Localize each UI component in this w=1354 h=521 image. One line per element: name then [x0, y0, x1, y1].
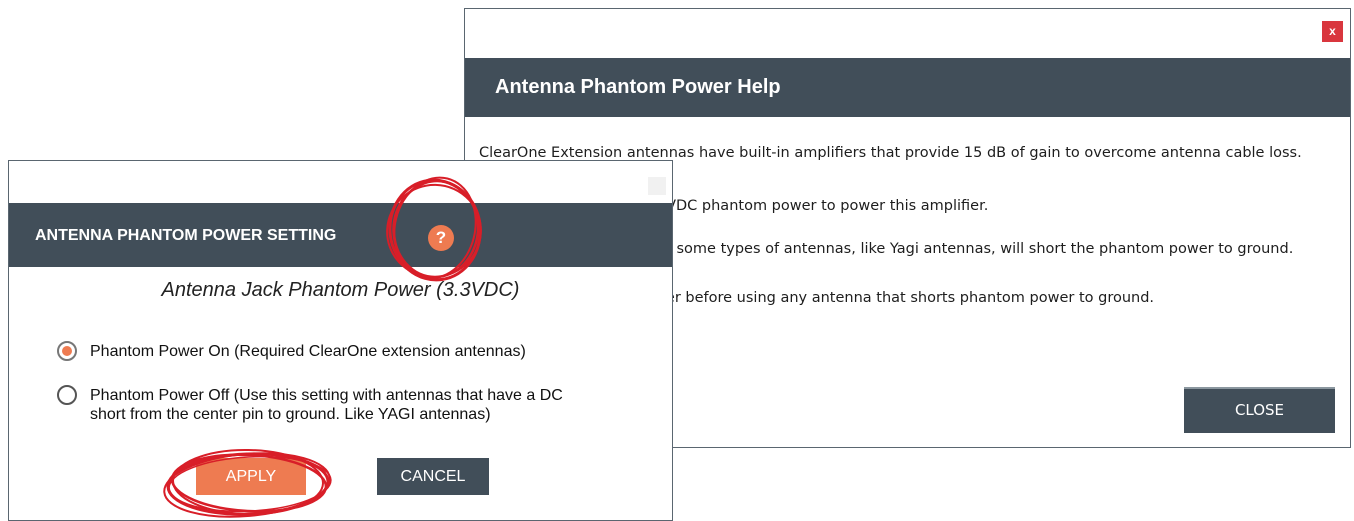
phantom-power-setting-dialog: ANTENNA PHANTOM POWER SETTING ? Antenna …: [8, 160, 673, 521]
help-dialog-title: Antenna Phantom Power Help: [495, 76, 781, 98]
option-label-line: short from the center pin to ground. Lik…: [90, 406, 491, 423]
setting-dialog-title: ANTENNA PHANTOM POWER SETTING: [35, 227, 337, 244]
option-label: Phantom Power Off (Use this setting with…: [90, 386, 563, 424]
help-icon[interactable]: ?: [428, 225, 454, 251]
setting-dialog-header: ANTENNA PHANTOM POWER SETTING ?: [9, 203, 672, 267]
help-dialog-header: Antenna Phantom Power Help: [465, 58, 1350, 117]
cancel-button[interactable]: CANCEL: [377, 458, 489, 495]
radio-button-selected[interactable]: [57, 341, 77, 361]
option-label-line: Phantom Power On (Required ClearOne exte…: [90, 343, 526, 360]
option-label: Phantom Power On (Required ClearOne exte…: [90, 342, 526, 361]
apply-button[interactable]: APPLY: [196, 458, 306, 495]
close-icon[interactable]: [648, 177, 666, 195]
radio-button[interactable]: [57, 385, 77, 405]
section-title: Antenna Jack Phantom Power (3.3VDC): [161, 279, 520, 301]
close-icon[interactable]: x: [1322, 21, 1343, 42]
close-button[interactable]: CLOSE: [1184, 387, 1335, 433]
option-label-line: Phantom Power Off (Use this setting with…: [90, 387, 563, 404]
